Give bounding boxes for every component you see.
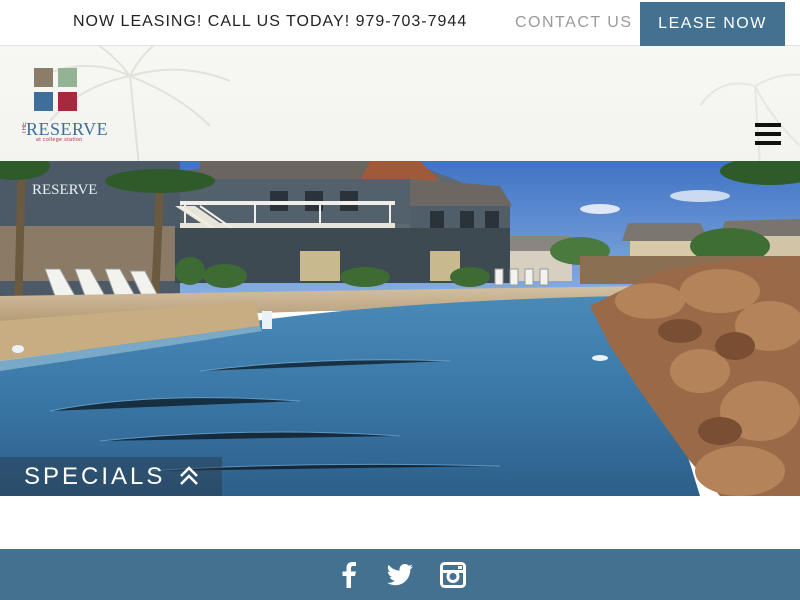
top-bar: NOW LEASING! CALL US TODAY! 979-703-7944… (0, 0, 800, 46)
building-sign: RESERVE (32, 182, 97, 198)
leasing-announcement[interactable]: NOW LEASING! CALL US TODAY! 979-703-7944 (73, 13, 467, 31)
hamburger-bar (755, 132, 781, 136)
footer-social-bar (0, 549, 800, 600)
twitter-icon[interactable] (386, 561, 414, 589)
logo-square-brown (34, 68, 53, 87)
hero-pool-image: RESERVE (0, 161, 800, 496)
logo-subtitle: at college station (36, 137, 83, 143)
site-logo[interactable]: THE RESERVE at college station (22, 68, 108, 144)
hero-banner: RESERVE SPECIALS (0, 161, 800, 496)
facebook-icon[interactable] (335, 561, 363, 589)
hamburger-bar (755, 123, 781, 127)
palm-background-decoration-right (700, 73, 800, 161)
logo-square-green (58, 68, 77, 87)
hamburger-icon[interactable] (755, 123, 781, 145)
instagram-icon[interactable] (439, 561, 467, 589)
logo-square-red (58, 92, 77, 111)
specials-label: SPECIALS (24, 462, 166, 490)
specials-tab[interactable]: SPECIALS (0, 457, 222, 496)
lease-now-button[interactable]: LEASE NOW (640, 2, 785, 46)
site-header: THE RESERVE at college station (0, 46, 800, 161)
logo-square-blue (34, 92, 53, 111)
contact-us-link[interactable]: CONTACT US (515, 14, 633, 32)
double-chevron-up-icon (180, 466, 198, 485)
hamburger-bar (755, 141, 781, 145)
